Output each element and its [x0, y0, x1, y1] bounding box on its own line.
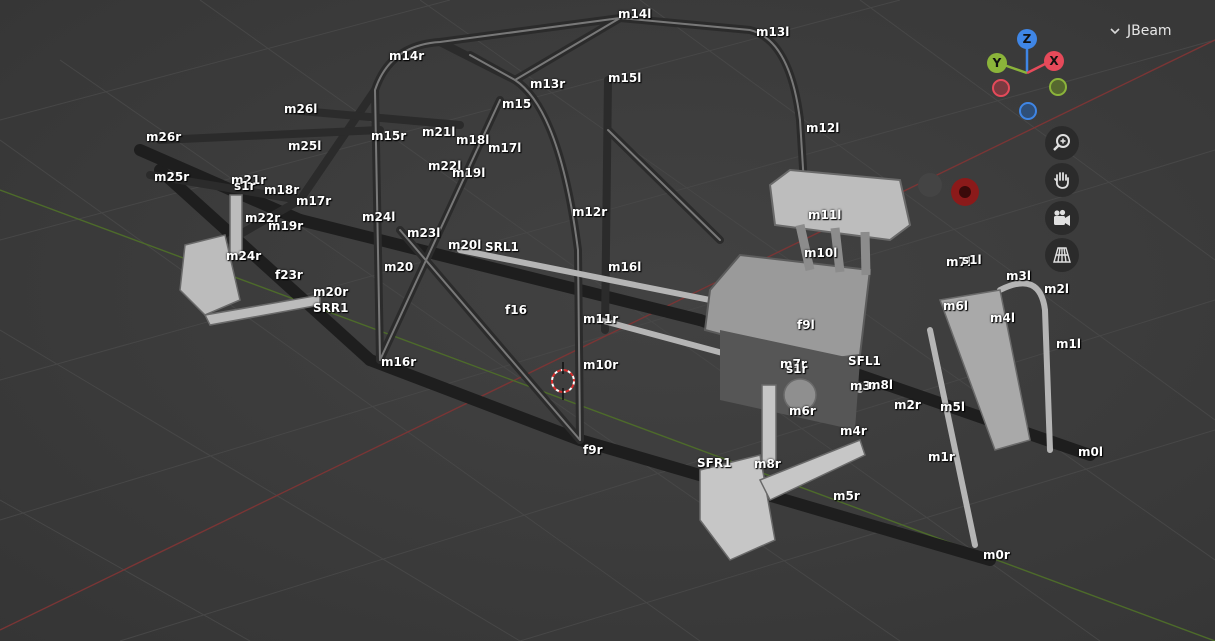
node-label: m13l	[756, 25, 790, 39]
gizmo-axis-neg-x[interactable]	[992, 79, 1010, 97]
node-label: m1l	[1056, 337, 1081, 351]
node-label: m10r	[583, 358, 619, 372]
3d-viewport[interactable]: m14l m13l m14r m13r m15l m15 m26l m12l m26r m15r m…	[0, 0, 1215, 641]
node-label: f16	[505, 303, 527, 317]
node-label: m8r	[754, 457, 781, 471]
chevron-down-icon	[1110, 28, 1120, 35]
node-label: m23l	[407, 226, 441, 240]
node-label: m20l	[448, 238, 482, 252]
node-label: m3l	[1006, 269, 1031, 283]
node-label: m2r	[894, 398, 921, 412]
node-label: m6r	[789, 404, 816, 418]
jbeam-menu-button[interactable]: JBeam	[1101, 16, 1182, 46]
node-label: m14l	[618, 7, 652, 21]
gizmo-axis-neg-z[interactable]	[1019, 102, 1037, 120]
node-label: m18r	[264, 183, 300, 197]
perspective-grid-icon	[1053, 247, 1071, 263]
node-label: m0l	[1078, 445, 1103, 459]
node-label: m15l	[608, 71, 642, 85]
pan-button[interactable]	[1045, 163, 1079, 197]
node-label: m17l	[488, 141, 522, 155]
node-label: m10l	[804, 246, 838, 260]
node-label: m21l	[422, 125, 456, 139]
perspective-toggle-button[interactable]	[1045, 238, 1079, 272]
node-label: SRL1	[485, 240, 519, 254]
node-label: m19l	[452, 166, 486, 180]
pan-hand-icon	[1054, 172, 1069, 189]
node-label: m2l	[1044, 282, 1069, 296]
jbeam-menu-label: JBeam	[1127, 23, 1172, 39]
node-label: m4r	[840, 424, 867, 438]
node-label: f23r	[275, 268, 303, 282]
node-label: m11l	[808, 208, 842, 222]
node-label: s1r	[234, 179, 256, 193]
node-label: m15	[502, 97, 532, 111]
node-label: m20r	[313, 285, 349, 299]
node-label: m18l	[456, 133, 490, 147]
node-label: m25r	[154, 170, 190, 184]
node-label: m15r	[371, 129, 407, 143]
node-label: m26r	[146, 130, 182, 144]
node-label: m16l	[608, 260, 642, 274]
gizmo-axis-y[interactable]: Y	[987, 53, 1007, 73]
node-label: f9l	[797, 318, 815, 332]
node-label: m16r	[381, 355, 417, 369]
gizmo-axis-x[interactable]: X	[1044, 51, 1064, 71]
camera-icon	[1054, 209, 1070, 226]
node-label: m0r	[983, 548, 1010, 562]
node-label: m19r	[268, 219, 304, 233]
node-label: SRR1	[313, 301, 349, 315]
node-label: f9r	[583, 443, 603, 457]
node-label: m17r	[296, 194, 332, 208]
node-label: m5r	[833, 489, 860, 503]
node-label: m11r	[583, 312, 619, 326]
3d-cursor[interactable]	[551, 362, 575, 400]
node-label: m13r	[530, 77, 566, 91]
node-label: m8l	[868, 378, 893, 392]
node-label: m5l	[940, 400, 965, 414]
camera-view-button[interactable]	[1045, 201, 1079, 235]
node-label: m26l	[284, 102, 318, 116]
node-label: s1r	[786, 362, 808, 376]
node-label: m20	[384, 260, 414, 274]
node-label: m1r	[928, 450, 955, 464]
node-label: m14r	[389, 49, 425, 63]
node-label: s1l	[962, 253, 982, 267]
node-label: m24l	[362, 210, 396, 224]
node-label: m12r	[572, 205, 608, 219]
node-label: SFR1	[697, 456, 732, 470]
node-label: m24r	[226, 249, 262, 263]
node-label: SFL1	[848, 354, 881, 368]
node-label: m6l	[943, 299, 968, 313]
node-label: m12l	[806, 121, 840, 135]
gizmo-axis-neg-y[interactable]	[1049, 78, 1067, 96]
engine	[703, 168, 979, 430]
zoom-button[interactable]	[1045, 126, 1079, 160]
node-label: m4l	[990, 311, 1015, 325]
node-label: m25l	[288, 139, 322, 153]
zoom-icon	[1053, 134, 1070, 151]
gizmo-axis-z[interactable]: Z	[1017, 29, 1037, 49]
roll-cage	[146, 13, 809, 444]
